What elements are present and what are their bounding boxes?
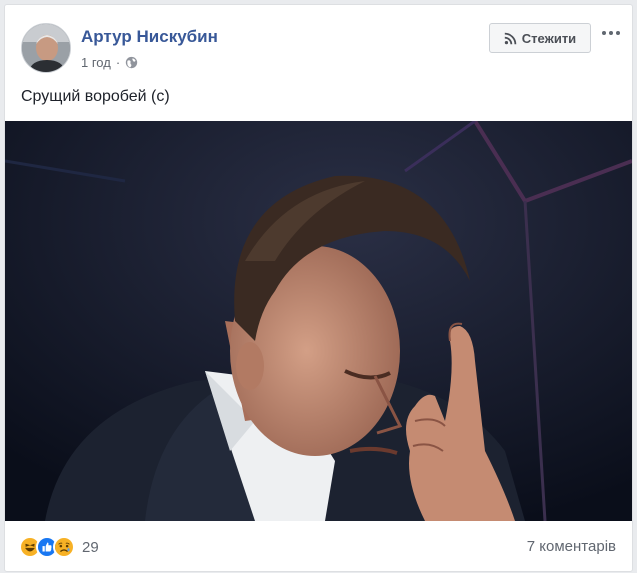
more-options-icon[interactable] <box>599 23 623 43</box>
author-name[interactable]: Артур Нискубин <box>81 27 218 47</box>
post-photo[interactable] <box>5 121 632 521</box>
post-meta: 1 год · <box>81 55 138 70</box>
sad-icon <box>53 536 75 558</box>
follow-label: Стежити <box>521 30 577 46</box>
reaction-count: 29 <box>82 538 99 556</box>
globe-icon[interactable] <box>125 56 138 69</box>
rss-icon <box>504 32 517 45</box>
avatar-photo <box>22 24 70 72</box>
man-facepalm-photo <box>5 121 632 521</box>
meta-separator: · <box>115 55 121 70</box>
follow-button[interactable]: Стежити <box>489 23 591 53</box>
post-text: Срущий воробей (с) <box>21 88 170 105</box>
post-footer: 29 7 коментарів <box>5 521 632 573</box>
comments-link[interactable]: 7 коментарів <box>527 538 616 555</box>
post-card: Артур Нискубин 1 год · Стежити Срущий во… <box>4 4 633 572</box>
reactions-summary[interactable]: 29 <box>19 536 99 558</box>
post-time[interactable]: 1 год <box>81 55 111 70</box>
author-avatar[interactable] <box>21 23 71 73</box>
